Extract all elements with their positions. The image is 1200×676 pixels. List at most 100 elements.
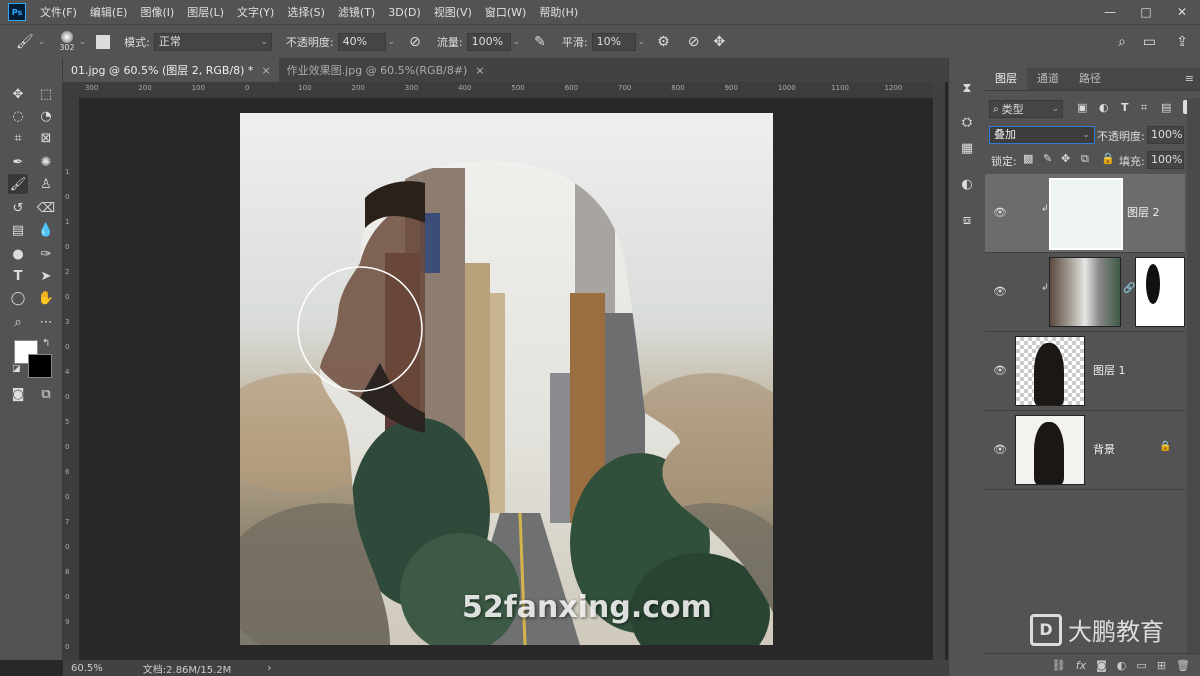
adjustments-panel-icon[interactable]: ◐	[957, 174, 977, 194]
quick-selection-tool-icon[interactable]: ◔	[36, 106, 56, 126]
minimize-button[interactable]: —	[1092, 0, 1128, 24]
lock-artboard-icon[interactable]: ⧉	[1081, 152, 1089, 166]
mask-link-icon[interactable]: 🔗	[1123, 283, 1135, 294]
layer-name[interactable]: 背景	[1093, 441, 1115, 457]
visibility-eye-icon[interactable]: 👁	[993, 285, 1007, 298]
tab-effect-jpg[interactable]: 作业效果图.jpg @ 60.5%(RGB/8#) ×	[279, 58, 493, 82]
menu-file[interactable]: 文件(F)	[40, 4, 77, 20]
layer-name[interactable]: 图层 2	[1127, 204, 1160, 220]
hand-tool-icon[interactable]: ✋	[36, 288, 56, 308]
ellipse-tool-icon[interactable]: ◯	[8, 288, 28, 308]
layers-scrollbar[interactable]	[1187, 98, 1200, 653]
layer-thumbnail[interactable]	[1049, 257, 1121, 327]
libraries-panel-icon[interactable]: ▦	[957, 138, 977, 158]
new-adjustment-icon[interactable]: ◐	[1117, 659, 1127, 672]
layer-row-layer1[interactable]: 👁 图层 1	[985, 332, 1185, 411]
restore-button[interactable]: □	[1128, 0, 1164, 24]
eraser-tool-icon[interactable]: ⌫	[36, 198, 56, 218]
new-group-icon[interactable]: ▭	[1136, 659, 1146, 672]
filter-smart-object-icon[interactable]: ▤	[1161, 101, 1171, 114]
menu-view[interactable]: 视图(V)	[434, 4, 472, 20]
airbrush-icon[interactable]: ✎	[534, 34, 546, 50]
zoom-tool-icon[interactable]: ⌕	[8, 312, 28, 332]
blend-mode-select[interactable]: 叠加 ⌄	[989, 126, 1095, 144]
layer-thumbnail[interactable]	[1015, 336, 1085, 406]
filter-adjustment-icon[interactable]: ◐	[1099, 101, 1109, 114]
dodge-tool-icon[interactable]: ●	[8, 244, 28, 264]
document-canvas[interactable]	[240, 113, 773, 645]
tab-close-icon[interactable]: ×	[261, 64, 270, 77]
quick-mask-icon[interactable]: ◙	[8, 384, 28, 404]
layer-row-city[interactable]: 👁 ↲ 🔗	[985, 253, 1185, 332]
pressure-opacity-icon[interactable]: ⊘	[409, 34, 421, 50]
tab-layers[interactable]: 图层	[985, 68, 1027, 90]
trash-icon[interactable]: 🗑	[1176, 659, 1190, 672]
lock-transparent-icon[interactable]: ▩	[1023, 152, 1033, 165]
menu-filter[interactable]: 滤镜(T)	[338, 4, 375, 20]
add-mask-icon[interactable]: ◙	[1096, 659, 1107, 672]
gradient-tool-icon[interactable]: ▤	[8, 220, 28, 240]
opacity-chevron-icon[interactable]: ⌄	[388, 37, 396, 47]
menu-help[interactable]: 帮助(H)	[539, 4, 578, 20]
swap-colors-icon[interactable]: ↰	[42, 338, 50, 349]
crop-tool-icon[interactable]: ⌗	[8, 128, 28, 148]
fx-icon[interactable]: fx	[1076, 659, 1086, 672]
layer-row-background[interactable]: 👁 背景 🔒	[985, 411, 1185, 490]
menu-image[interactable]: 图像(I)	[140, 4, 174, 20]
symmetry-butterfly-icon[interactable]: ✥	[713, 34, 725, 50]
layer-opacity-input[interactable]: 100%	[1147, 126, 1184, 144]
pressure-size-icon[interactable]: ⊘	[688, 34, 700, 50]
tab-01-jpg[interactable]: 01.jpg @ 60.5% (图层 2, RGB/8) * ×	[63, 58, 279, 82]
visibility-eye-icon[interactable]: 👁	[993, 206, 1007, 219]
menu-edit[interactable]: 编辑(E)	[90, 4, 128, 20]
opacity-input[interactable]: 40%	[337, 32, 386, 51]
tool-preset-chevron-icon[interactable]: ⌄	[38, 37, 46, 47]
visibility-eye-icon[interactable]: 👁	[993, 443, 1007, 456]
filter-pixel-icon[interactable]: ▣	[1077, 101, 1087, 114]
layer-name[interactable]: 图层 1	[1093, 362, 1126, 378]
visibility-eye-icon[interactable]: 👁	[993, 364, 1007, 377]
status-arrow-icon[interactable]: ›	[267, 663, 271, 674]
properties-panel-icon[interactable]: ⛭	[957, 112, 977, 132]
lock-position-icon[interactable]: ✥	[1061, 152, 1070, 165]
move-tool-icon[interactable]: ✥	[8, 84, 28, 104]
brush-picker-chevron-icon[interactable]: ⌄	[79, 37, 87, 47]
mode-select[interactable]: 正常 ⌄	[153, 32, 272, 51]
close-button[interactable]: ✕	[1164, 0, 1200, 24]
gear-icon[interactable]: ⚙	[657, 34, 670, 50]
3d-panel-icon[interactable]: ⧈	[957, 210, 977, 230]
search-icon[interactable]: ⌕	[1118, 34, 1126, 50]
layer-row-layer2[interactable]: 👁 ↲ 图层 2	[985, 174, 1185, 253]
menu-3d[interactable]: 3D(D)	[388, 6, 421, 19]
panel-menu-icon[interactable]: ≡	[1185, 72, 1194, 85]
stamp-tool-icon[interactable]: ♙	[36, 174, 56, 194]
layer-filter-select[interactable]: ⌕ 类型 ⌄	[989, 100, 1063, 118]
history-panel-icon[interactable]: ⧗	[957, 78, 977, 98]
menu-type[interactable]: 文字(Y)	[237, 4, 274, 20]
layer-thumbnail[interactable]	[1049, 178, 1123, 250]
type-tool-icon[interactable]: T	[8, 266, 28, 286]
menu-window[interactable]: 窗口(W)	[485, 4, 526, 20]
path-selection-tool-icon[interactable]: ➤	[36, 266, 56, 286]
new-layer-icon[interactable]: ⊞	[1157, 659, 1166, 672]
screen-mode-icon[interactable]: ⧉	[36, 384, 56, 404]
brush-tool-icon[interactable]: 🖌	[16, 34, 34, 50]
canvas-area[interactable]	[80, 99, 933, 660]
eyedropper-tool-icon[interactable]: ✒	[8, 152, 28, 172]
default-colors-icon[interactable]: ◪	[12, 364, 21, 374]
background-color-swatch[interactable]	[28, 354, 52, 378]
history-brush-tool-icon[interactable]: ↺	[8, 198, 28, 218]
canvas-scrollbar[interactable]	[933, 82, 945, 660]
menu-layer[interactable]: 图层(L)	[187, 4, 224, 20]
lock-all-icon[interactable]: 🔒	[1101, 152, 1115, 165]
share-icon[interactable]: ⇪	[1176, 34, 1188, 50]
brush-preset-picker[interactable]: 302	[59, 31, 75, 52]
smoothing-chevron-icon[interactable]: ⌄	[638, 37, 646, 47]
menu-select[interactable]: 选择(S)	[287, 4, 325, 20]
flow-input[interactable]: 100%	[466, 32, 511, 51]
flow-chevron-icon[interactable]: ⌄	[513, 37, 521, 47]
tab-channels[interactable]: 通道	[1027, 68, 1069, 90]
filter-type-icon[interactable]: T	[1121, 101, 1129, 114]
zoom-level[interactable]: 60.5%	[71, 663, 103, 674]
layer-mask-thumbnail[interactable]	[1135, 257, 1185, 327]
